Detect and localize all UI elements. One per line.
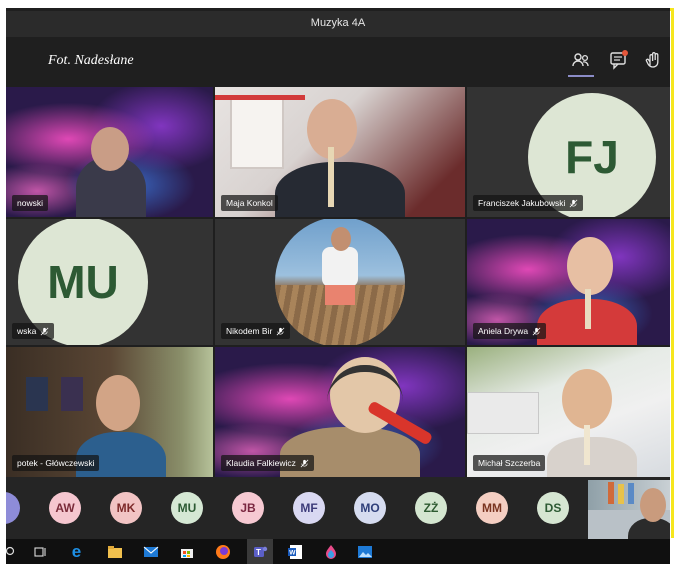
photos-icon[interactable] — [356, 543, 373, 560]
self-head — [640, 488, 666, 522]
background-furniture — [467, 392, 539, 434]
mic-muted-icon — [532, 327, 541, 336]
video-tile[interactable]: Aniela Drywa — [467, 219, 670, 345]
task-view-icon[interactable] — [32, 543, 49, 560]
participant-name-tag: wska — [12, 323, 55, 339]
teams-icon[interactable]: T — [247, 539, 273, 564]
title-bar: Muzyka 4A — [6, 11, 670, 37]
mic-muted-icon — [40, 327, 49, 336]
raise-hand-icon[interactable] — [642, 49, 664, 71]
participant-avatar-pill[interactable]: MU — [171, 492, 203, 524]
participant-avatar-pill[interactable]: MK — [110, 492, 142, 524]
photo-credit-watermark: Fot. Nadesłane — [48, 53, 134, 68]
wall-poster — [26, 377, 48, 411]
mic-muted-icon — [569, 199, 578, 208]
svg-text:T: T — [256, 548, 261, 557]
participant-avatar-pill[interactable]: MM — [476, 492, 508, 524]
self-view-video[interactable] — [588, 480, 670, 548]
participants-active-indicator — [568, 75, 594, 77]
recorder — [584, 425, 590, 465]
participant-head — [562, 369, 612, 429]
participant-avatar-pill[interactable]: AW — [49, 492, 81, 524]
mail-icon[interactable] — [142, 543, 159, 560]
bottle — [608, 482, 614, 504]
participant-avatar-pill[interactable]: ZŻ — [415, 492, 447, 524]
mic-muted-icon — [276, 327, 285, 336]
teams-window: Muzyka 4A Fot. Nadesłane nowski Maja Kon… — [6, 8, 670, 564]
avatar-tile[interactable]: MU wska — [6, 219, 213, 345]
file-explorer-icon[interactable] — [106, 543, 123, 560]
video-tile[interactable]: Michał Szczerba — [467, 347, 670, 477]
participant-head — [331, 227, 351, 251]
meeting-header: Fot. Nadesłane — [6, 37, 670, 87]
edge-icon[interactable]: e — [68, 542, 85, 561]
participant-name-tag: Michał Szczerba — [473, 455, 546, 471]
participant-name-tag: Nikodem Bir — [221, 323, 291, 339]
video-tile[interactable]: Klaudia Falkiewicz — [215, 347, 465, 477]
recorder — [328, 147, 334, 207]
participant-name-tag: Maja Konkol — [221, 195, 278, 211]
participant-name-tag: potek - Główczewski — [12, 455, 100, 471]
participant-avatar-pill[interactable]: DS — [537, 492, 569, 524]
photo-avatar-tile[interactable]: Nikodem Bir — [215, 219, 465, 345]
participant-head — [91, 127, 129, 171]
participant-shirt — [322, 247, 358, 287]
video-tile[interactable]: Maja Konkol — [215, 87, 465, 217]
word-icon[interactable]: W — [286, 543, 303, 560]
participant-photo — [275, 219, 405, 345]
participant-shorts — [325, 285, 355, 305]
windows-taskbar: e T W — [6, 539, 670, 564]
participant-head — [567, 237, 613, 295]
participant-avatar-pill[interactable] — [6, 492, 20, 524]
video-tile[interactable]: nowski — [6, 87, 213, 217]
store-icon[interactable] — [178, 543, 195, 560]
window-title: Muzyka 4A — [310, 17, 366, 29]
chat-icon[interactable] — [608, 49, 630, 71]
participant-name-tag: Klaudia Falkiewicz — [221, 455, 314, 471]
recorder — [585, 289, 591, 329]
participant-name-tag: Aniela Drywa — [473, 323, 547, 339]
participants-icon[interactable] — [570, 49, 592, 71]
participant-figure — [275, 162, 405, 217]
participant-avatar-pill[interactable]: MO — [354, 492, 386, 524]
svg-text:W: W — [289, 549, 296, 556]
avatar-tile[interactable]: FJ Franciszek Jakubowski — [467, 87, 670, 217]
video-grid: nowski Maja Konkol FJ Franciszek Jakubow… — [6, 87, 670, 477]
paint3d-icon[interactable] — [322, 543, 339, 560]
participant-name-tag: nowski — [12, 195, 48, 211]
participant-avatar-pill[interactable]: MF — [293, 492, 325, 524]
participant-figure — [547, 437, 637, 477]
mic-muted-icon — [300, 459, 309, 468]
bottle — [618, 484, 624, 504]
participant-head — [96, 375, 140, 431]
curtain-rod — [215, 95, 305, 100]
firefox-icon[interactable] — [214, 543, 231, 560]
participant-avatar-pill[interactable]: JB — [232, 492, 264, 524]
wall-poster — [61, 377, 83, 411]
participants-strip: AW MK MU JB MF MO ZŻ MM DS — [6, 477, 670, 548]
video-tile[interactable]: potek - Główczewski — [6, 347, 213, 477]
bottle — [628, 483, 634, 504]
window-background — [230, 95, 284, 169]
participant-name-tag: Franciszek Jakubowski — [473, 195, 584, 211]
search-icon[interactable] — [6, 543, 19, 560]
